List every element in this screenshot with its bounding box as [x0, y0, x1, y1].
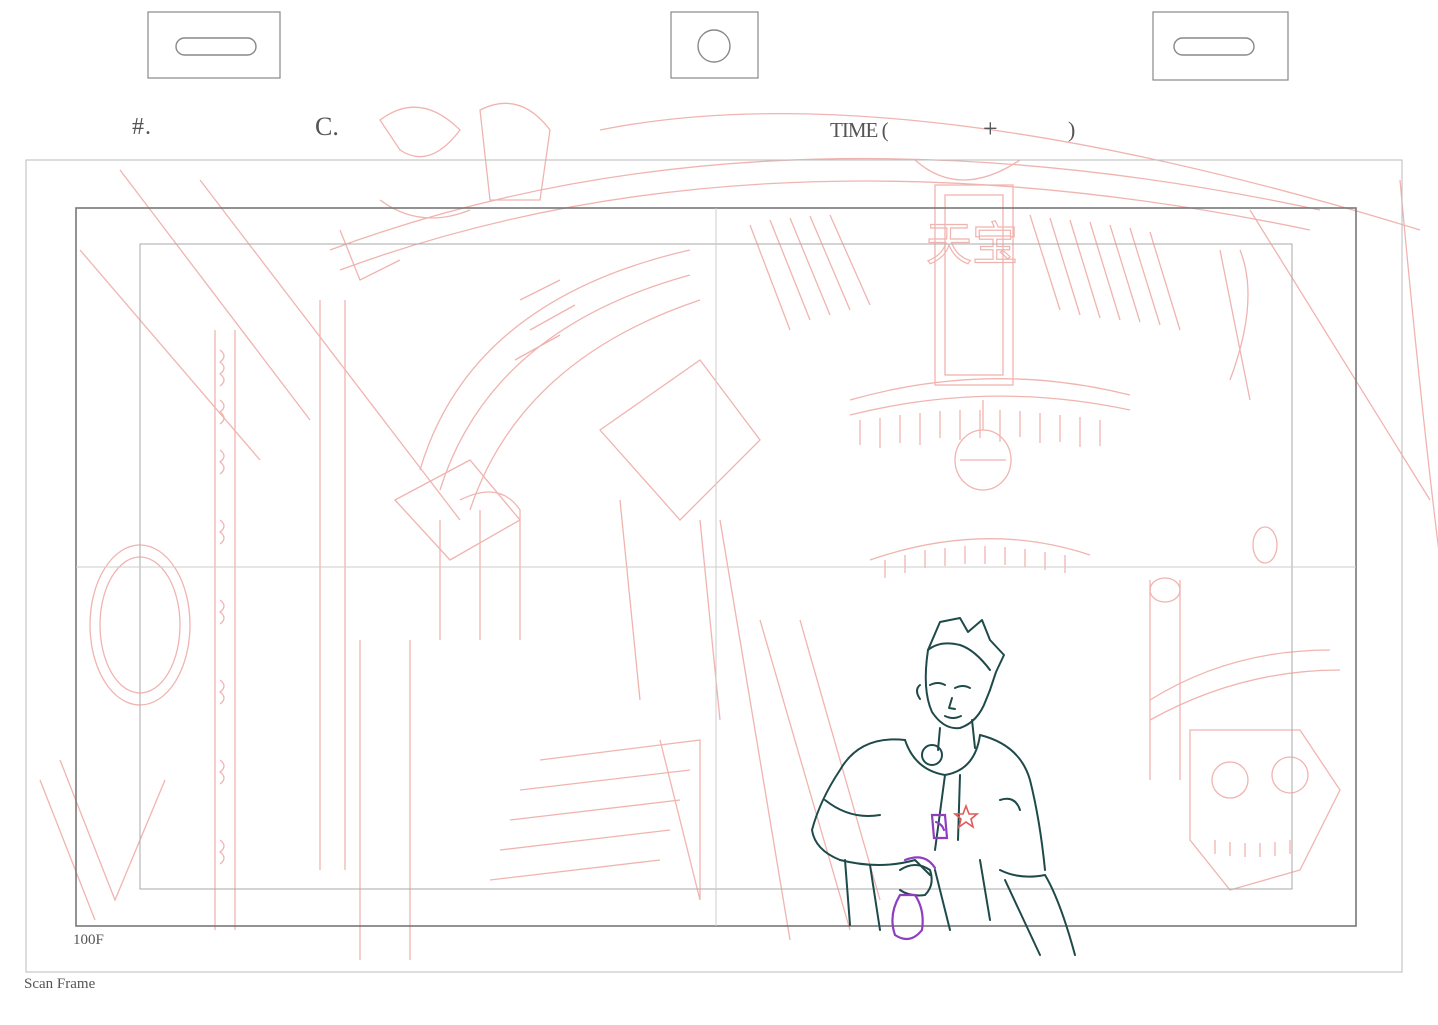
layout-sheet: 天宝 #. C. TIME (+) 100F Scan Frame [0, 0, 1438, 1025]
time-plus-sign: + [983, 114, 998, 143]
round-peg-icon [697, 29, 731, 63]
slot-peg-icon [175, 37, 257, 56]
slot-peg-icon [1173, 37, 1255, 56]
character-drawing [811, 617, 1076, 956]
center-peg-hole [670, 11, 759, 79]
right-peg-hole [1152, 11, 1289, 81]
time-close-paren: ) [1068, 117, 1076, 142]
background-layout-sketch: 天宝 [39, 102, 1438, 960]
frame-size-label: 100F [73, 932, 104, 948]
character-accents [891, 813, 949, 941]
field-frames [25, 159, 1403, 973]
cut-number-label: C. [315, 112, 339, 141]
time-label: TIME ( [830, 118, 889, 142]
scan-frame-label: Scan Frame [24, 976, 96, 992]
left-peg-hole [147, 11, 281, 79]
sheet-drawing: 天宝 [25, 11, 1438, 973]
scene-number-label: #. [132, 114, 152, 140]
